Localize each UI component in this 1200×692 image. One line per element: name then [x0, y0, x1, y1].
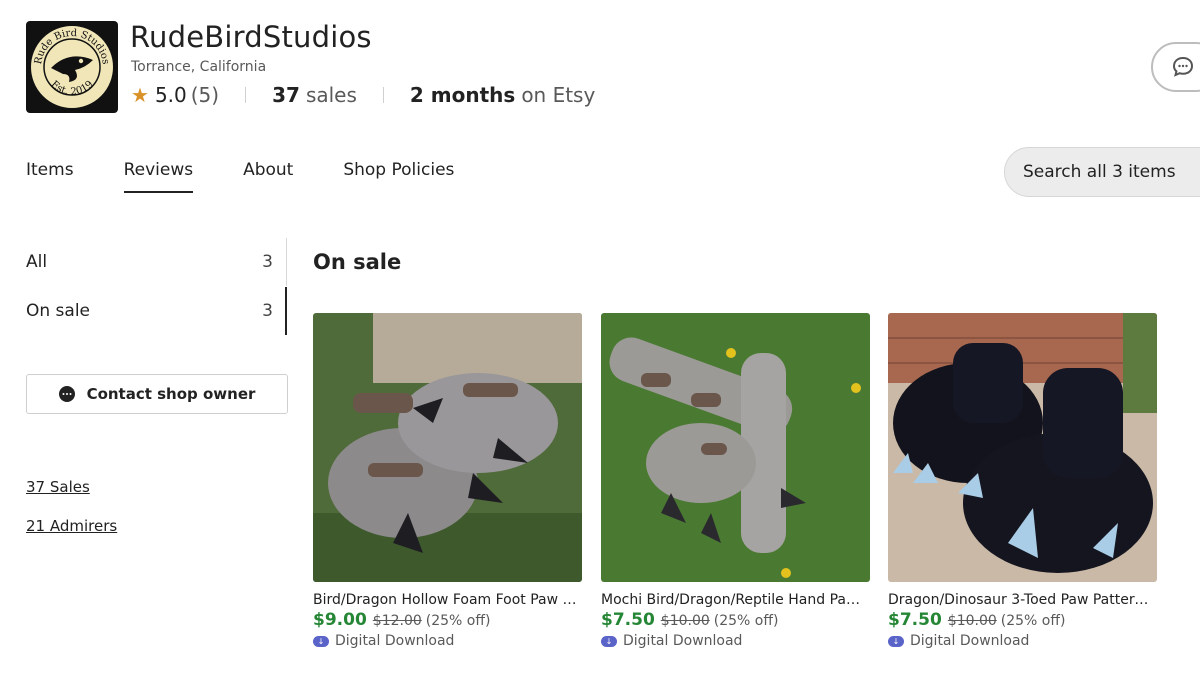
- tenure-value: 2 months: [409, 83, 516, 107]
- listing-card[interactable]: Dragon/Dinosaur 3-Toed Paw Pattern -... …: [888, 313, 1157, 649]
- review-count[interactable]: (5): [191, 83, 219, 107]
- tab-reviews[interactable]: Reviews: [123, 160, 193, 193]
- digital-download-badge: ↓ Digital Download: [601, 633, 870, 649]
- original-price: $10.00: [660, 613, 710, 629]
- original-price: $12.00: [372, 613, 422, 629]
- sidebar-rail: [286, 238, 287, 286]
- chat-icon: [58, 386, 75, 402]
- listing-title[interactable]: Dragon/Dinosaur 3-Toed Paw Pattern -...: [888, 592, 1157, 608]
- shop-logo[interactable]: Rude Bird Studios Est. 2019: [26, 21, 118, 113]
- original-price: $10.00: [947, 613, 997, 629]
- sales-link[interactable]: 37 Sales: [26, 478, 90, 496]
- shop-logo-badge: Rude Bird Studios Est. 2019: [29, 24, 115, 110]
- shop-stats: ★ 5.0 (5) 37 sales 2 months on Etsy: [131, 81, 595, 109]
- filter-all[interactable]: All 3: [26, 238, 287, 286]
- tab-shop-policies[interactable]: Shop Policies: [343, 160, 454, 193]
- sale-price: $7.50: [601, 610, 655, 630]
- shop-rating: 5.0: [154, 83, 187, 107]
- badge-label: Digital Download: [910, 633, 1030, 649]
- cloud-download-icon: ↓: [601, 635, 617, 647]
- sales-count: 37: [272, 83, 300, 107]
- star-icon: ★: [131, 83, 149, 107]
- active-filter-indicator: [285, 287, 287, 335]
- tenure-label: on Etsy: [521, 83, 596, 107]
- admirers-link[interactable]: 21 Admirers: [26, 517, 117, 535]
- shop-name: RudeBirdStudios: [130, 20, 372, 54]
- listing-image[interactable]: [313, 313, 582, 582]
- digital-download-badge: ↓ Digital Download: [313, 633, 582, 649]
- sales-label: sales: [305, 83, 357, 107]
- section-title: On sale: [313, 250, 402, 274]
- listing-card[interactable]: Mochi Bird/Dragon/Reptile Hand Paw ... $…: [601, 313, 870, 649]
- price-row: $9.00 $12.00 (25% off): [313, 610, 582, 630]
- listing-title[interactable]: Mochi Bird/Dragon/Reptile Hand Paw ...: [601, 592, 870, 608]
- divider: [245, 87, 247, 103]
- listing-image[interactable]: [601, 313, 870, 582]
- filter-on-sale[interactable]: On sale 3: [26, 287, 287, 335]
- filter-label: All: [26, 252, 48, 272]
- price-row: $7.50 $10.00 (25% off): [601, 610, 870, 630]
- shop-location: Torrance, California: [131, 59, 267, 75]
- shop-tabs: Items Reviews About Shop Policies: [26, 160, 504, 193]
- listing-image[interactable]: [888, 313, 1157, 582]
- discount: (25% off): [1000, 613, 1066, 629]
- tab-about[interactable]: About: [243, 160, 293, 193]
- contact-label: Contact shop owner: [86, 385, 256, 403]
- contact-shop-owner-button[interactable]: Contact shop owner: [26, 374, 288, 414]
- listing-title[interactable]: Bird/Dragon Hollow Foam Foot Paw Pa...: [313, 592, 582, 608]
- filter-count: 3: [262, 252, 273, 272]
- listing-card[interactable]: Bird/Dragon Hollow Foam Foot Paw Pa... $…: [313, 313, 582, 649]
- cloud-download-icon: ↓: [313, 635, 329, 647]
- message-shop-button[interactable]: [1151, 42, 1200, 92]
- filter-label: On sale: [26, 301, 91, 321]
- tab-items[interactable]: Items: [26, 160, 74, 193]
- search-input[interactable]: Search all 3 items: [1004, 147, 1200, 197]
- sale-price: $9.00: [313, 610, 367, 630]
- discount: (25% off): [713, 613, 779, 629]
- sale-price: $7.50: [888, 610, 942, 630]
- badge-label: Digital Download: [335, 633, 455, 649]
- filter-count: 3: [262, 301, 273, 321]
- search-placeholder: Search all 3 items: [1023, 162, 1176, 182]
- badge-label: Digital Download: [623, 633, 743, 649]
- divider: [382, 87, 384, 103]
- chat-bubble-icon: [1172, 56, 1194, 77]
- digital-download-badge: ↓ Digital Download: [888, 633, 1157, 649]
- discount: (25% off): [425, 613, 491, 629]
- price-row: $7.50 $10.00 (25% off): [888, 610, 1157, 630]
- cloud-download-icon: ↓: [888, 635, 904, 647]
